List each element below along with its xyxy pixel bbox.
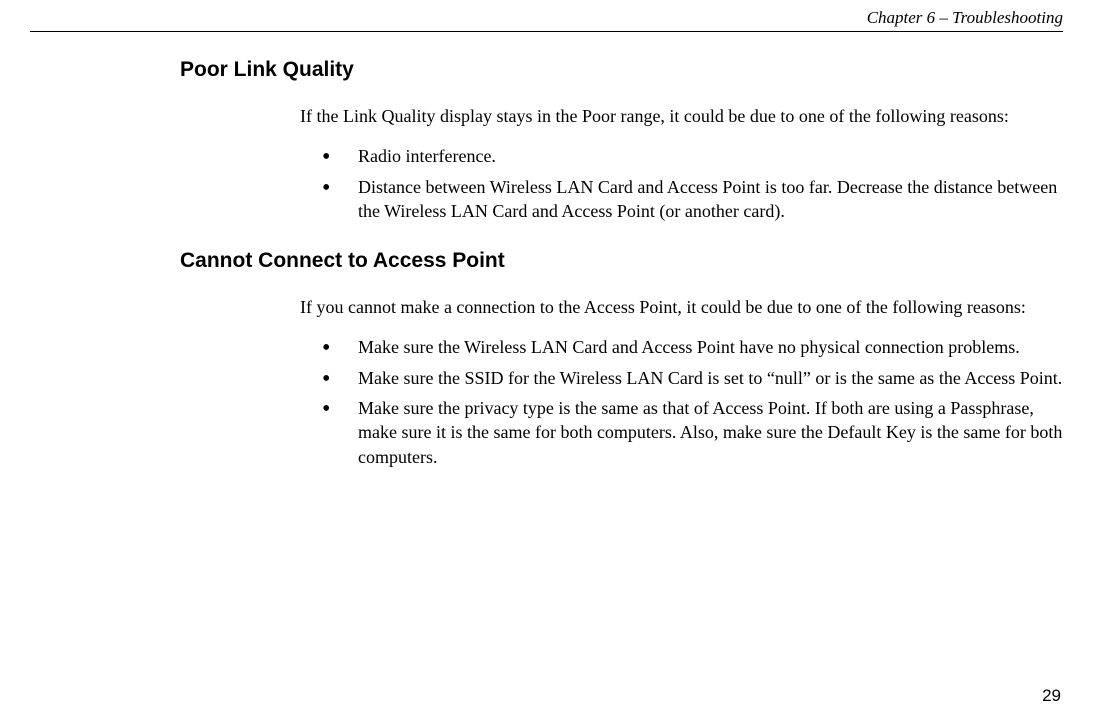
list-item: Make sure the Wireless LAN Card and Acce… bbox=[318, 335, 1063, 359]
header-rule bbox=[30, 31, 1063, 32]
intro-paragraph: If you cannot make a connection to the A… bbox=[300, 295, 1063, 319]
list-item: Make sure the privacy type is the same a… bbox=[318, 396, 1063, 469]
page-content: Poor Link Quality If the Link Quality di… bbox=[180, 50, 1063, 495]
heading-poor-link-quality: Poor Link Quality bbox=[180, 58, 1063, 82]
chapter-label: Chapter 6 – Troubleshooting bbox=[30, 8, 1063, 28]
bullet-list-cannot-connect: Make sure the Wireless LAN Card and Acce… bbox=[318, 335, 1063, 468]
list-item: Radio interference. bbox=[318, 144, 1063, 168]
page-number: 29 bbox=[1042, 686, 1061, 706]
section-poor-link-body: If the Link Quality display stays in the… bbox=[300, 104, 1063, 223]
heading-cannot-connect: Cannot Connect to Access Point bbox=[180, 249, 1063, 273]
bullet-list-poor-link: Radio interference. Distance between Wir… bbox=[318, 144, 1063, 223]
section-cannot-connect-body: If you cannot make a connection to the A… bbox=[300, 295, 1063, 469]
page-header: Chapter 6 – Troubleshooting bbox=[30, 8, 1063, 32]
list-item: Make sure the SSID for the Wireless LAN … bbox=[318, 366, 1063, 390]
intro-paragraph: If the Link Quality display stays in the… bbox=[300, 104, 1063, 128]
list-item: Distance between Wireless LAN Card and A… bbox=[318, 175, 1063, 224]
